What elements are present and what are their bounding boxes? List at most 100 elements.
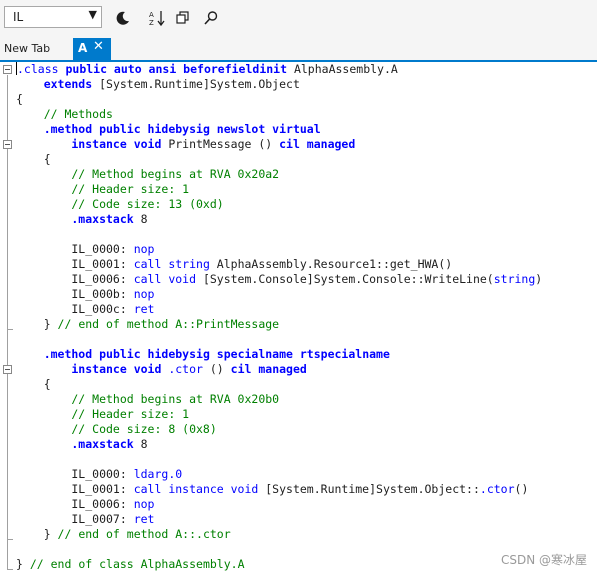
code-token: extends: [16, 77, 93, 91]
code-line: // Code size: 13 (0xd): [0, 197, 597, 212]
code-token: nop: [133, 242, 155, 256]
code-token: IL_0000:: [16, 242, 134, 256]
code-token: instance void: [16, 137, 162, 151]
tab-new-tab[interactable]: New Tab: [4, 42, 50, 55]
code-line-text: instance void .ctor () cil managed: [16, 362, 307, 377]
code-token: // Methods: [16, 107, 113, 121]
code-lines: .class public auto ansi beforefieldinit …: [0, 62, 597, 572]
code-token: nop: [133, 287, 155, 301]
code-token: 8: [133, 212, 148, 226]
code-token: call void: [133, 272, 197, 286]
code-token: ret: [133, 302, 155, 316]
code-token: nop: [133, 497, 155, 511]
code-token: IL_0007:: [16, 512, 134, 526]
language-select-value: IL: [13, 10, 24, 24]
code-token: IL_0001:: [16, 257, 134, 271]
code-line: .maxstack 8: [0, 212, 597, 227]
code-line-text: } // end of method A::.ctor: [16, 527, 231, 542]
code-line: IL_0000: nop: [0, 242, 597, 257]
code-line-text: } // end of class AlphaAssembly.A: [16, 557, 245, 572]
code-line: IL_0001: call instance void [System.Runt…: [0, 482, 597, 497]
code-token: IL_0001:: [16, 482, 134, 496]
search-icon: [203, 10, 219, 26]
code-token: }: [16, 557, 30, 571]
code-line: instance void .ctor () cil managed: [0, 362, 597, 377]
code-line-text: IL_0000: nop: [16, 242, 154, 257]
code-token: {: [16, 377, 51, 391]
code-token: call string: [133, 257, 210, 271]
chevron-down-icon: ▼: [88, 8, 97, 21]
code-token: (): [514, 482, 529, 496]
code-line-text: IL_0001: call instance void [System.Runt…: [16, 482, 528, 497]
code-line-text: // Method begins at RVA 0x20a2: [16, 167, 279, 182]
code-line: extends [System.Runtime]System.Object: [0, 77, 597, 92]
code-line-text: .class public auto ansi beforefieldinit …: [16, 62, 398, 77]
svg-text:Z: Z: [149, 19, 154, 27]
code-line: IL_000b: nop: [0, 287, 597, 302]
code-token: ldarg.0: [133, 467, 183, 481]
theme-toggle-button[interactable]: [112, 7, 134, 29]
toolbar: IL ▼ A Z: [0, 0, 597, 36]
code-line-text: IL_0006: nop: [16, 497, 154, 512]
svg-text:A: A: [149, 11, 154, 19]
code-token: }: [16, 317, 58, 331]
code-token: ): [535, 272, 543, 286]
code-token: [System.Runtime]System.Object: [92, 77, 300, 91]
code-token: instance void: [16, 362, 162, 376]
code-line: // Header size: 1: [0, 182, 597, 197]
code-token: .method: [16, 122, 100, 136]
code-token: // Header size: 1: [16, 182, 190, 196]
copy-icon: [175, 10, 191, 26]
code-token: .class: [17, 62, 66, 76]
code-token: string: [493, 272, 536, 286]
code-token: public hidebysig specialname rtspecialna…: [99, 347, 390, 361]
language-select[interactable]: IL ▼: [4, 6, 102, 28]
code-line-text: // Header size: 1: [16, 407, 189, 422]
code-line: IL_0007: ret: [0, 512, 597, 527]
tab-strip: New Tab A ✕: [0, 38, 597, 62]
code-line-text: // Methods: [16, 107, 113, 122]
code-editor[interactable]: .class public auto ansi beforefieldinit …: [0, 62, 597, 576]
close-icon[interactable]: ✕: [93, 39, 104, 54]
code-token: {: [16, 92, 23, 106]
code-token: AlphaAssembly.Resource1::get_HWA(): [209, 257, 453, 271]
code-line-text: .maxstack 8: [16, 437, 147, 452]
code-token: [System.Runtime]System.Object::: [258, 482, 480, 496]
code-token: AlphaAssembly.A: [287, 62, 398, 76]
code-line: // Method begins at RVA 0x20b0: [0, 392, 597, 407]
code-line-text: // Code size: 8 (0x8): [16, 422, 216, 437]
code-token: PrintMessage (): [161, 137, 280, 151]
code-token: // end of method A::PrintMessage: [57, 317, 280, 331]
code-line: } // end of method A::.ctor: [0, 527, 597, 542]
code-token: cil managed: [230, 362, 307, 376]
code-line-text: .maxstack 8: [16, 212, 148, 227]
code-line: } // end of method A::PrintMessage: [0, 317, 597, 332]
code-line: {: [0, 92, 597, 107]
copy-button[interactable]: [172, 7, 194, 29]
code-line-text: instance void PrintMessage () cil manage…: [16, 137, 355, 152]
tab-a[interactable]: A ✕: [73, 38, 111, 60]
code-token: IL_000c:: [16, 302, 134, 316]
sort-button[interactable]: A Z: [146, 7, 168, 29]
code-line-text: // Header size: 1: [16, 182, 189, 197]
code-token: .ctor: [161, 362, 203, 376]
code-line: // Code size: 8 (0x8): [0, 422, 597, 437]
code-token: }: [16, 527, 58, 541]
code-line: .maxstack 8: [0, 437, 597, 452]
code-line: IL_0006: call void [System.Console]Syste…: [0, 272, 597, 287]
code-line: .method public hidebysig newslot virtual: [0, 122, 597, 137]
theme-toggle-icon: [115, 10, 131, 26]
code-line-text: IL_0006: call void [System.Console]Syste…: [16, 272, 542, 287]
code-line-text: // Method begins at RVA 0x20b0: [16, 392, 279, 407]
code-line-text: IL_000b: nop: [16, 287, 154, 302]
code-line: .method public hidebysig specialname rts…: [0, 347, 597, 362]
code-line-text: IL_000c: ret: [16, 302, 154, 317]
code-line-text: {: [16, 92, 23, 107]
code-line: instance void PrintMessage () cil manage…: [0, 137, 597, 152]
code-token: IL_0000:: [16, 467, 134, 481]
code-token: .maxstack: [16, 212, 134, 226]
code-line: .class public auto ansi beforefieldinit …: [0, 62, 597, 77]
search-button[interactable]: [200, 7, 222, 29]
